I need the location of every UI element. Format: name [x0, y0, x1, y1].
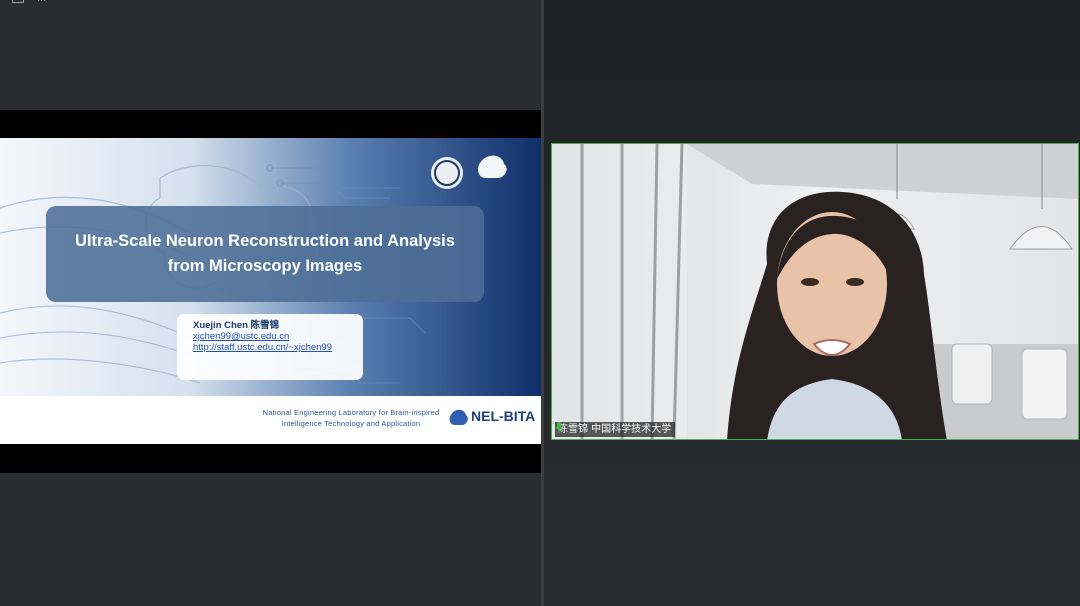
window-title: ... [12, 0, 46, 8]
shared-screen-pane: ... [0, 0, 541, 606]
author-info-box: Xuejin Chen 陈雪锦 xjchen99@ustc.edu.cn htt… [177, 314, 363, 380]
lab-name: National Engineering Laboratory for Brai… [262, 408, 440, 428]
participant-video-tile[interactable]: 陈雪锦 中国科学技术大学 [551, 143, 1079, 440]
slide-title: Ultra-Scale Neuron Reconstruction and An… [46, 206, 484, 302]
nel-bita-logo: NEL-BITA [471, 408, 536, 424]
author-email-link[interactable]: xjchen99@ustc.edu.cn [193, 331, 363, 342]
presentation-slide: Ultra-Scale Neuron Reconstruction and An… [0, 138, 541, 444]
participant-video-feed [552, 144, 1078, 439]
slide-frame: Ultra-Scale Neuron Reconstruction and An… [0, 110, 541, 473]
author-name: Xuejin Chen 陈雪锦 [193, 320, 280, 331]
microphone-icon[interactable] [555, 422, 563, 433]
author-homepage-link[interactable]: http://staff.ustc.edu.cn/~xjchen99 [193, 342, 363, 353]
participant-name-tag: 陈雪锦 中国科学技术大学 [555, 422, 676, 437]
screen-share-icon [12, 0, 24, 4]
